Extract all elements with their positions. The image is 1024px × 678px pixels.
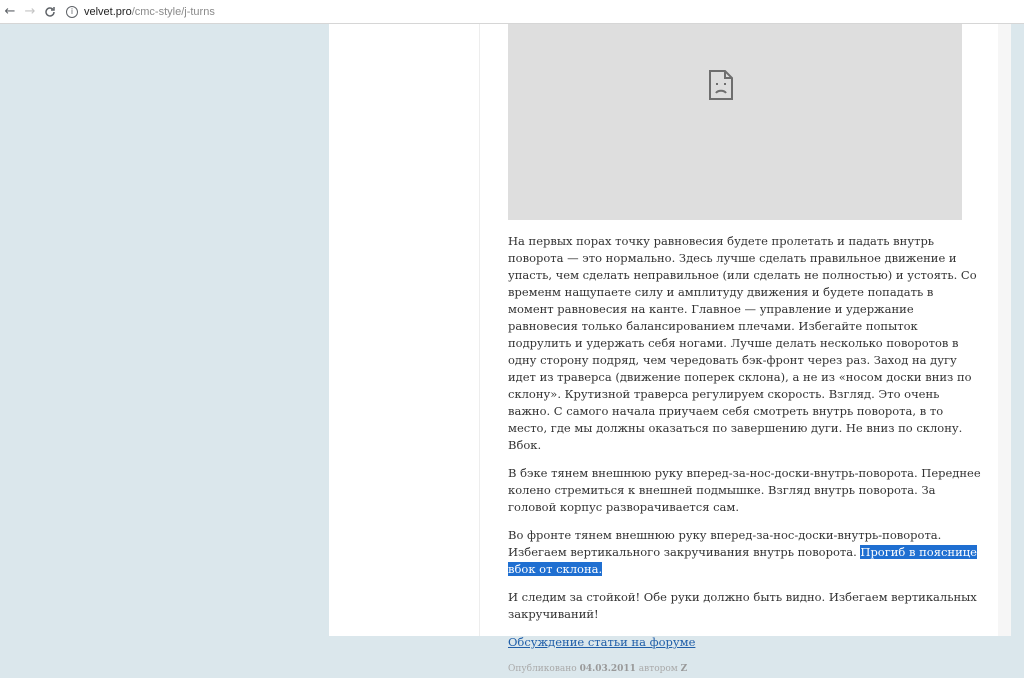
publish-meta: Опубликовано 04.03.2011 автором Z — [508, 661, 982, 678]
left-sidebar — [329, 24, 480, 636]
meta-prefix: Опубликовано — [508, 664, 580, 674]
author-name[interactable]: Z — [681, 664, 688, 674]
article-content: На первых порах точку равновесия будете … — [508, 24, 982, 678]
article-paragraph-2: В бэке тянем внешнюю руку вперед-за-нос-… — [508, 466, 981, 514]
reload-arrow-icon — [45, 6, 55, 17]
reload-icon[interactable] — [40, 1, 60, 23]
article-paragraph-3: Во фронте тянем внешнюю руку вперед-за-н… — [508, 527, 982, 578]
article-paragraph-1: На первых порах точку равновесия будете … — [508, 234, 977, 452]
browser-toolbar: ← → i velvet.pro/cmc-style/j-turns — [0, 0, 1024, 24]
publish-date: 04.03.2011 — [579, 664, 636, 674]
video-embed[interactable] — [508, 24, 962, 220]
page-container: На первых порах точку равновесия будете … — [329, 24, 1011, 674]
back-icon[interactable]: ← — [0, 1, 20, 23]
address-bar[interactable]: i velvet.pro/cmc-style/j-turns — [66, 2, 1024, 22]
article-paragraph-4: И следим за стойкой! Обе руки должно быт… — [508, 590, 977, 621]
right-border-strip — [998, 24, 1011, 636]
forward-icon[interactable]: → — [20, 1, 40, 23]
url-path: /cmc-style/j-turns — [131, 5, 215, 18]
broken-file-icon — [709, 70, 733, 100]
forum-link-paragraph: Обсуждение статьи на форуме — [508, 634, 982, 651]
meta-mid: автором — [635, 664, 681, 674]
forum-discussion-link[interactable]: Обсуждение статьи на форуме — [508, 635, 695, 649]
url-domain: velvet.pro — [84, 5, 132, 18]
info-icon[interactable]: i — [66, 5, 78, 18]
